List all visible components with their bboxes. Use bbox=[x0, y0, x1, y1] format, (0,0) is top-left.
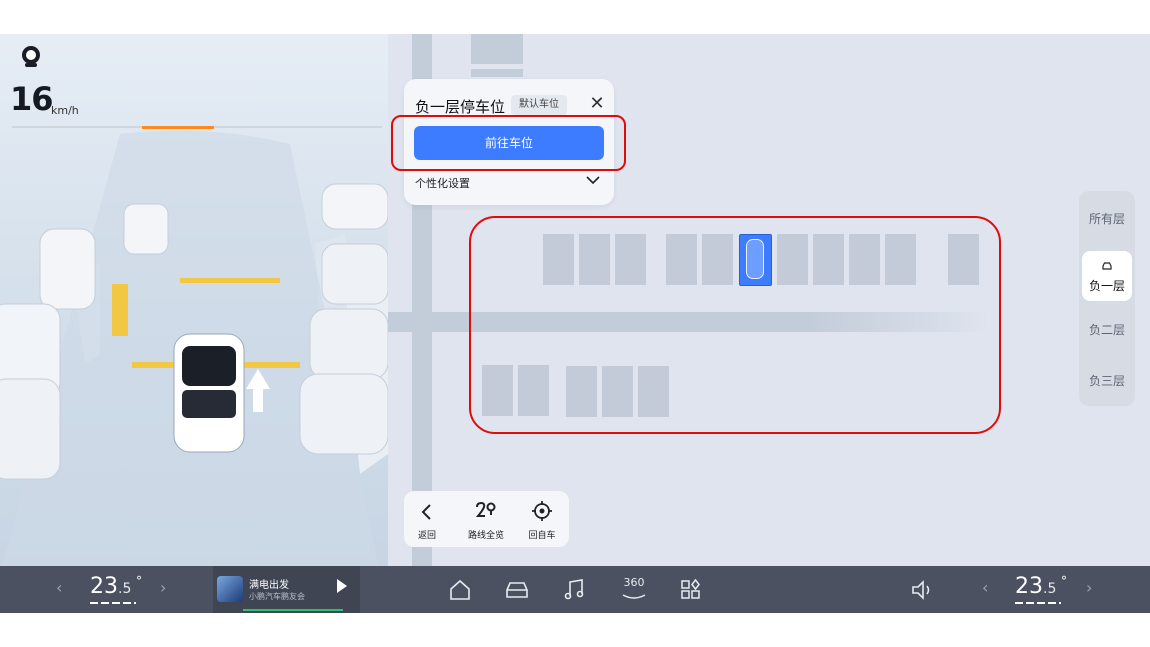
card-title: 负一层停车位 bbox=[415, 98, 506, 116]
back-button[interactable]: 返回 bbox=[412, 491, 442, 547]
music-title: 满电出发 bbox=[249, 580, 289, 591]
close-icon[interactable]: ✕ bbox=[587, 94, 607, 114]
floor-b3[interactable]: 负三层 bbox=[1079, 372, 1135, 389]
floor-b2[interactable]: 负二层 bbox=[1079, 321, 1135, 338]
right-temp-degree: ° bbox=[1061, 574, 1067, 588]
avatar-icon[interactable] bbox=[18, 44, 44, 70]
floor-all[interactable]: 所有层 bbox=[1079, 210, 1135, 227]
floor-label: 负一层 bbox=[1088, 279, 1125, 293]
music-subtitle: 小鹏汽车鹏友会 bbox=[249, 592, 305, 601]
route-icon bbox=[475, 501, 496, 517]
album-art bbox=[217, 576, 243, 602]
car-icon bbox=[1102, 262, 1112, 270]
recenter-button[interactable]: 回自车 bbox=[522, 491, 562, 547]
locate-icon bbox=[532, 501, 552, 521]
speed-value: 16 bbox=[10, 80, 54, 118]
map-road bbox=[471, 69, 523, 77]
back-label: 返回 bbox=[417, 531, 436, 541]
floor-b1[interactable]: 负一层 bbox=[1082, 251, 1132, 301]
right-temp-main: 23 bbox=[1015, 574, 1043, 599]
highlight-parking-area bbox=[469, 216, 1001, 434]
speed-unit: km/h bbox=[51, 104, 79, 117]
left-temp-decimal: .5 bbox=[118, 581, 132, 597]
recenter-label: 回自车 bbox=[528, 531, 556, 541]
route-overview-button[interactable]: 路线全览 bbox=[464, 491, 508, 547]
route-overview-label: 路线全览 bbox=[467, 531, 504, 541]
music-icon[interactable] bbox=[562, 577, 588, 603]
temp-left-decrease-icon[interactable]: ‹ bbox=[56, 578, 62, 597]
highlight-go-button bbox=[391, 115, 626, 171]
right-temperature[interactable]: 23.5 bbox=[1015, 574, 1056, 599]
bottom-bar: ‹ 23.5 ° › 满电出发 小鹏汽车鹏友会 360 ‹ 23.5 ° › bbox=[0, 566, 1150, 613]
floor-selector: 所有层 负一层 负二层 负三层 bbox=[1079, 191, 1135, 406]
volume-icon[interactable] bbox=[909, 577, 935, 603]
left-temperature[interactable]: 23.5 bbox=[90, 574, 131, 599]
music-progress bbox=[243, 609, 343, 611]
right-temp-underline bbox=[1015, 602, 1061, 604]
driving-view: 16 km/h bbox=[0, 34, 388, 567]
chevron-down-icon[interactable] bbox=[585, 173, 601, 187]
360-label: 360 bbox=[623, 576, 645, 589]
right-temp-decimal: .5 bbox=[1043, 581, 1057, 597]
map-road bbox=[471, 34, 523, 64]
home-icon[interactable] bbox=[447, 577, 473, 603]
personalize-settings-label[interactable]: 个性化设置 bbox=[415, 175, 470, 191]
default-spot-tag: 默认车位 bbox=[511, 95, 567, 115]
play-icon[interactable] bbox=[337, 579, 347, 593]
back-icon bbox=[421, 504, 431, 520]
left-temp-underline bbox=[90, 602, 136, 604]
music-widget[interactable]: 满电出发 小鹏汽车鹏友会 bbox=[213, 566, 360, 613]
temp-left-increase-icon[interactable]: › bbox=[160, 578, 166, 597]
left-temp-degree: ° bbox=[136, 574, 142, 588]
360-camera-icon[interactable]: 360 bbox=[620, 576, 648, 604]
apps-icon[interactable] bbox=[678, 577, 704, 603]
360-arc bbox=[622, 594, 646, 599]
car-icon[interactable] bbox=[504, 577, 530, 603]
speed-bar-fill bbox=[142, 126, 214, 129]
left-temp-main: 23 bbox=[90, 574, 118, 599]
screen: 16 km/h 所有层 负一层 负二层 负三层 负一层停车位 默认车位 ✕ 前往… bbox=[0, 34, 1150, 613]
map-nav-card: 返回 路线全览 回自车 bbox=[404, 491, 569, 547]
temp-right-increase-icon[interactable]: › bbox=[1086, 578, 1092, 597]
temp-right-decrease-icon[interactable]: ‹ bbox=[982, 578, 988, 597]
